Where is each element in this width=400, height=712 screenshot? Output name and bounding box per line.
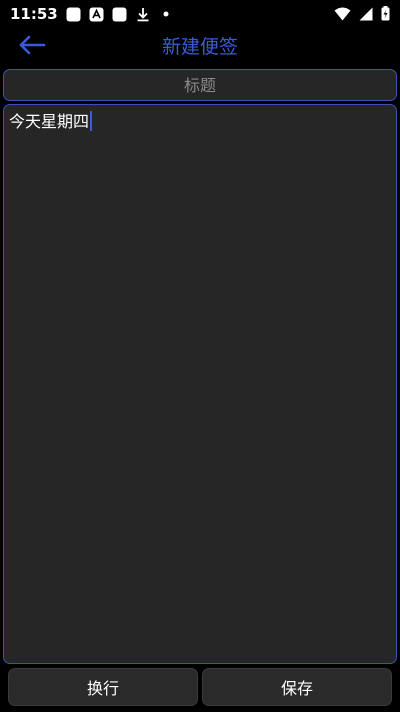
content-text: 今天星期四: [9, 112, 90, 131]
a-notification-icon: [89, 6, 105, 22]
app-bar: 新建便签: [0, 28, 400, 66]
save-button[interactable]: 保存: [202, 668, 392, 706]
battery-icon: [381, 6, 390, 21]
status-bar: 11:53: [0, 0, 400, 28]
signal-icon: [359, 7, 373, 21]
newline-button[interactable]: 换行: [8, 668, 198, 706]
status-time: 11:53: [10, 5, 58, 23]
text-cursor: [90, 111, 93, 131]
wifi-icon: [334, 7, 351, 21]
bottom-action-bar: 换行 保存: [0, 668, 400, 708]
dot-icon: [158, 6, 174, 22]
title-input[interactable]: [3, 69, 397, 101]
download-icon: [135, 6, 151, 22]
page-title: 新建便签: [161, 36, 238, 58]
square-notification-icon: [112, 6, 128, 22]
system-status-icons: [326, 6, 390, 21]
content-textarea[interactable]: 今天星期四: [3, 104, 397, 664]
square-notification-icon: [66, 6, 82, 22]
